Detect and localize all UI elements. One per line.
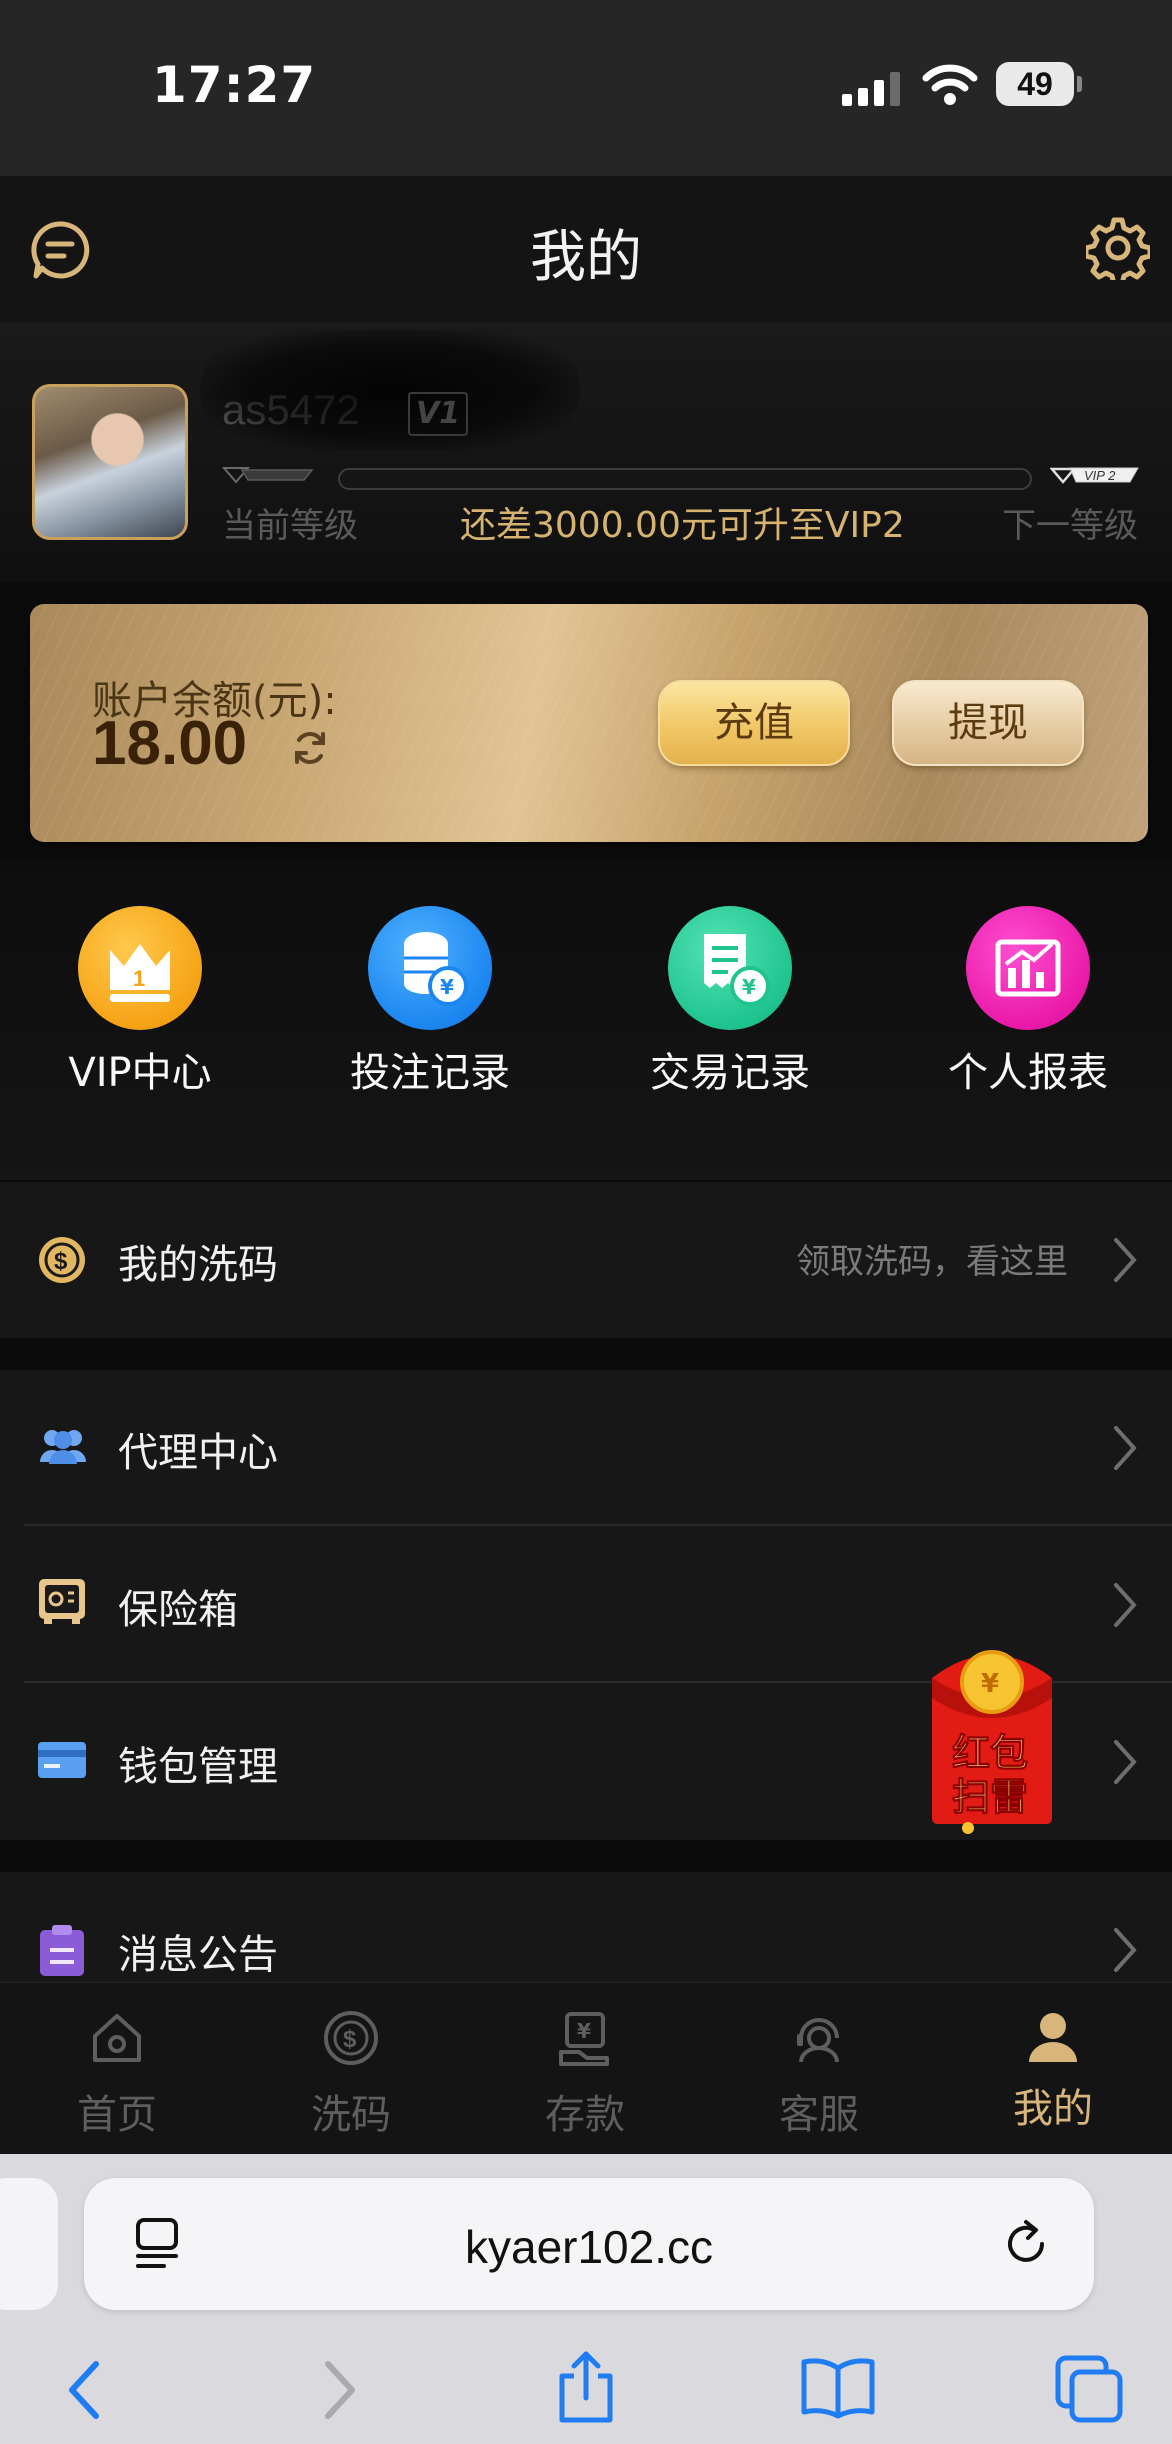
- menu-label-safe: 保险箱: [118, 1587, 238, 1633]
- tab-home-label: 首页: [77, 2092, 157, 2138]
- dollar-coin-icon: $: [39, 1237, 85, 1283]
- page-title: 我的: [530, 225, 642, 290]
- bookmarks-icon[interactable]: [800, 2356, 876, 2420]
- tab-support-label: 客服: [779, 2092, 859, 2138]
- chevron-right-icon: [1114, 1740, 1137, 1784]
- avatar[interactable]: [32, 384, 188, 540]
- coins-icon: ¥: [404, 932, 468, 1006]
- personal-report-button[interactable]: [966, 906, 1090, 1030]
- share-icon[interactable]: [556, 2350, 616, 2424]
- tab-mine[interactable]: 我的: [936, 1982, 1170, 2154]
- battery-level: 49: [1017, 66, 1053, 102]
- menu-label-wallet: 钱包管理: [118, 1744, 278, 1790]
- svg-text:$: $: [343, 2026, 357, 2053]
- next-level-badge-text: VIP 2: [1084, 468, 1116, 483]
- menu-group-notice: 消息公告: [0, 1872, 1172, 1982]
- user-icon: [1029, 2013, 1077, 2062]
- vip-center-button[interactable]: 1: [78, 906, 202, 1030]
- red-packet-text-1: 红包: [952, 1731, 1028, 1775]
- menu-item-notice[interactable]: 消息公告: [0, 1872, 1172, 1982]
- menu-label-notice: 消息公告: [118, 1932, 278, 1978]
- menu-item-my-wash[interactable]: $ 我的洗码 领取洗码，看这里: [0, 1182, 1172, 1338]
- vip-center-label: VIP中心: [68, 1050, 212, 1096]
- bet-records-label: 投注记录: [350, 1050, 510, 1096]
- deposit-icon: ¥: [559, 2012, 609, 2066]
- current-level-label: 当前等级: [222, 506, 358, 546]
- menu-label-wash: 我的洗码: [118, 1242, 278, 1288]
- tab-deposit[interactable]: ¥ 存款: [468, 1982, 702, 2154]
- tabs-icon[interactable]: [1054, 2354, 1124, 2424]
- wifi-icon: [922, 64, 978, 105]
- next-level-badge-icon: VIP 2: [1050, 467, 1139, 484]
- page-menu-icon[interactable]: [134, 2218, 184, 2270]
- svg-text:1: 1: [133, 966, 145, 991]
- chevron-right-icon: [1114, 1238, 1137, 1282]
- chevron-right-icon: [1114, 1426, 1137, 1470]
- menu-group-wash: $ 我的洗码 领取洗码，看这里: [0, 1182, 1172, 1338]
- menu-item-agent-center[interactable]: 代理中心: [0, 1370, 1172, 1526]
- tab-wash[interactable]: $ 洗码: [234, 1982, 468, 2154]
- wash-hint: 领取洗码，看这里: [796, 1242, 1068, 1282]
- withdraw-button[interactable]: 提现: [892, 680, 1084, 766]
- signal-icon: [842, 72, 900, 106]
- transaction-records-button[interactable]: ¥: [668, 906, 792, 1030]
- refresh-icon[interactable]: [290, 728, 330, 768]
- personal-report-label: 个人报表: [948, 1050, 1108, 1096]
- transaction-records-label: 交易记录: [650, 1050, 810, 1096]
- url-text[interactable]: kyaer102.cc: [84, 2220, 1094, 2274]
- current-level-gem-icon: [222, 467, 314, 484]
- svg-text:$: $: [54, 1248, 68, 1275]
- tab-home[interactable]: 首页: [0, 1982, 234, 2154]
- divider: [24, 1524, 1172, 1526]
- svg-text:¥: ¥: [440, 975, 454, 999]
- svg-text:¥: ¥: [981, 1669, 999, 1699]
- upgrade-hint: 还差3000.00元可升至VIP2: [460, 505, 905, 546]
- red-packet-minesweeper-button[interactable]: ¥ 红包 扫雷: [928, 1638, 1056, 1834]
- dollar-coin-icon: $: [324, 2011, 378, 2065]
- users-icon: [40, 1430, 86, 1464]
- recharge-button[interactable]: 充值: [658, 680, 850, 766]
- battery-tip: [1077, 76, 1082, 92]
- previous-tab-preview[interactable]: [0, 2178, 58, 2310]
- status-time: 17:27: [152, 56, 317, 114]
- receipt-icon: ¥: [704, 934, 770, 1006]
- support-icon: [797, 2018, 839, 2063]
- tab-mine-label: 我的: [1013, 2086, 1093, 2132]
- svg-text:¥: ¥: [742, 975, 756, 999]
- tab-wash-label: 洗码: [311, 2092, 391, 2138]
- red-packet-text-2: 扫雷: [952, 1775, 1028, 1819]
- chat-icon[interactable]: [28, 218, 92, 282]
- forward-icon[interactable]: [320, 2358, 360, 2422]
- safe-icon: [39, 1579, 85, 1624]
- back-icon[interactable]: [64, 2358, 104, 2422]
- tab-deposit-label: 存款: [545, 2092, 625, 2138]
- chevron-right-icon: [1114, 1583, 1137, 1627]
- level-progress-bar: [338, 468, 1032, 490]
- home-icon: [93, 2014, 141, 2062]
- battery-indicator: 49: [996, 62, 1074, 106]
- chevron-right-icon: [1114, 1928, 1137, 1972]
- gear-icon[interactable]: [1086, 216, 1150, 280]
- bet-records-button[interactable]: ¥: [368, 906, 492, 1030]
- redaction-smear: [200, 330, 580, 450]
- balance-amount: 18.00: [92, 709, 248, 778]
- clipboard-icon: [40, 1925, 84, 1976]
- svg-text:¥: ¥: [577, 2019, 591, 2043]
- chart-icon: [995, 939, 1061, 997]
- menu-label-agent: 代理中心: [118, 1430, 278, 1476]
- next-level-label: 下一等级: [1002, 506, 1138, 546]
- card-icon: [38, 1742, 86, 1778]
- reload-icon[interactable]: [1000, 2218, 1052, 2270]
- vip-level-badge: V1: [408, 392, 468, 436]
- tab-support[interactable]: 客服: [702, 1982, 936, 2154]
- crown-icon: 1: [110, 944, 170, 1002]
